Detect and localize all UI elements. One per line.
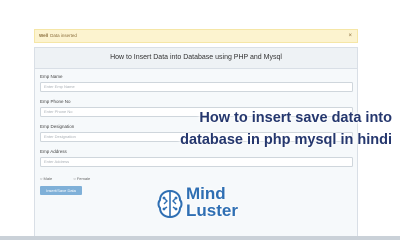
bottom-bar	[0, 236, 400, 240]
emp-designation-label: Emp Designation	[40, 124, 75, 129]
logo-wordmark: Mind Luster	[186, 185, 276, 219]
emp-phone-label: Emp Phone No	[40, 99, 71, 104]
emp-address-input[interactable]: Enter Address	[40, 157, 353, 167]
alert-text: Data inserted	[50, 33, 77, 38]
emp-name-input[interactable]: Enter Emp Name	[40, 82, 353, 92]
video-title-line-1: How to insert save data into	[199, 110, 392, 126]
emp-name-label: Emp Name	[40, 74, 63, 79]
close-icon[interactable]: ×	[348, 30, 352, 42]
video-title-line-2: database in php mysql in hindi	[180, 132, 392, 148]
panel-title: How to Insert Data into Database using P…	[35, 48, 357, 69]
radio-male-label: Male	[43, 176, 53, 181]
page: Well Data inserted × How to Insert Data i…	[0, 0, 400, 240]
radio-male[interactable]: ○ Male	[40, 176, 62, 181]
video-title-overlay: How to insert save data into database in…	[120, 107, 392, 151]
gender-radio-group: ○ Male ○ Female	[40, 176, 110, 181]
brain-icon	[157, 189, 183, 219]
alert-strong: Well	[39, 33, 49, 38]
logo-word-luster: Luster	[186, 201, 238, 220]
submit-button[interactable]: Insert/Save Data	[40, 186, 82, 195]
success-alert: Well Data inserted ×	[34, 29, 358, 43]
emp-address-label: Emp Address	[40, 149, 67, 154]
radio-female-label: Female	[76, 176, 91, 181]
logo-word-mind: Mind	[186, 184, 226, 203]
radio-female[interactable]: ○ Female	[73, 176, 100, 181]
